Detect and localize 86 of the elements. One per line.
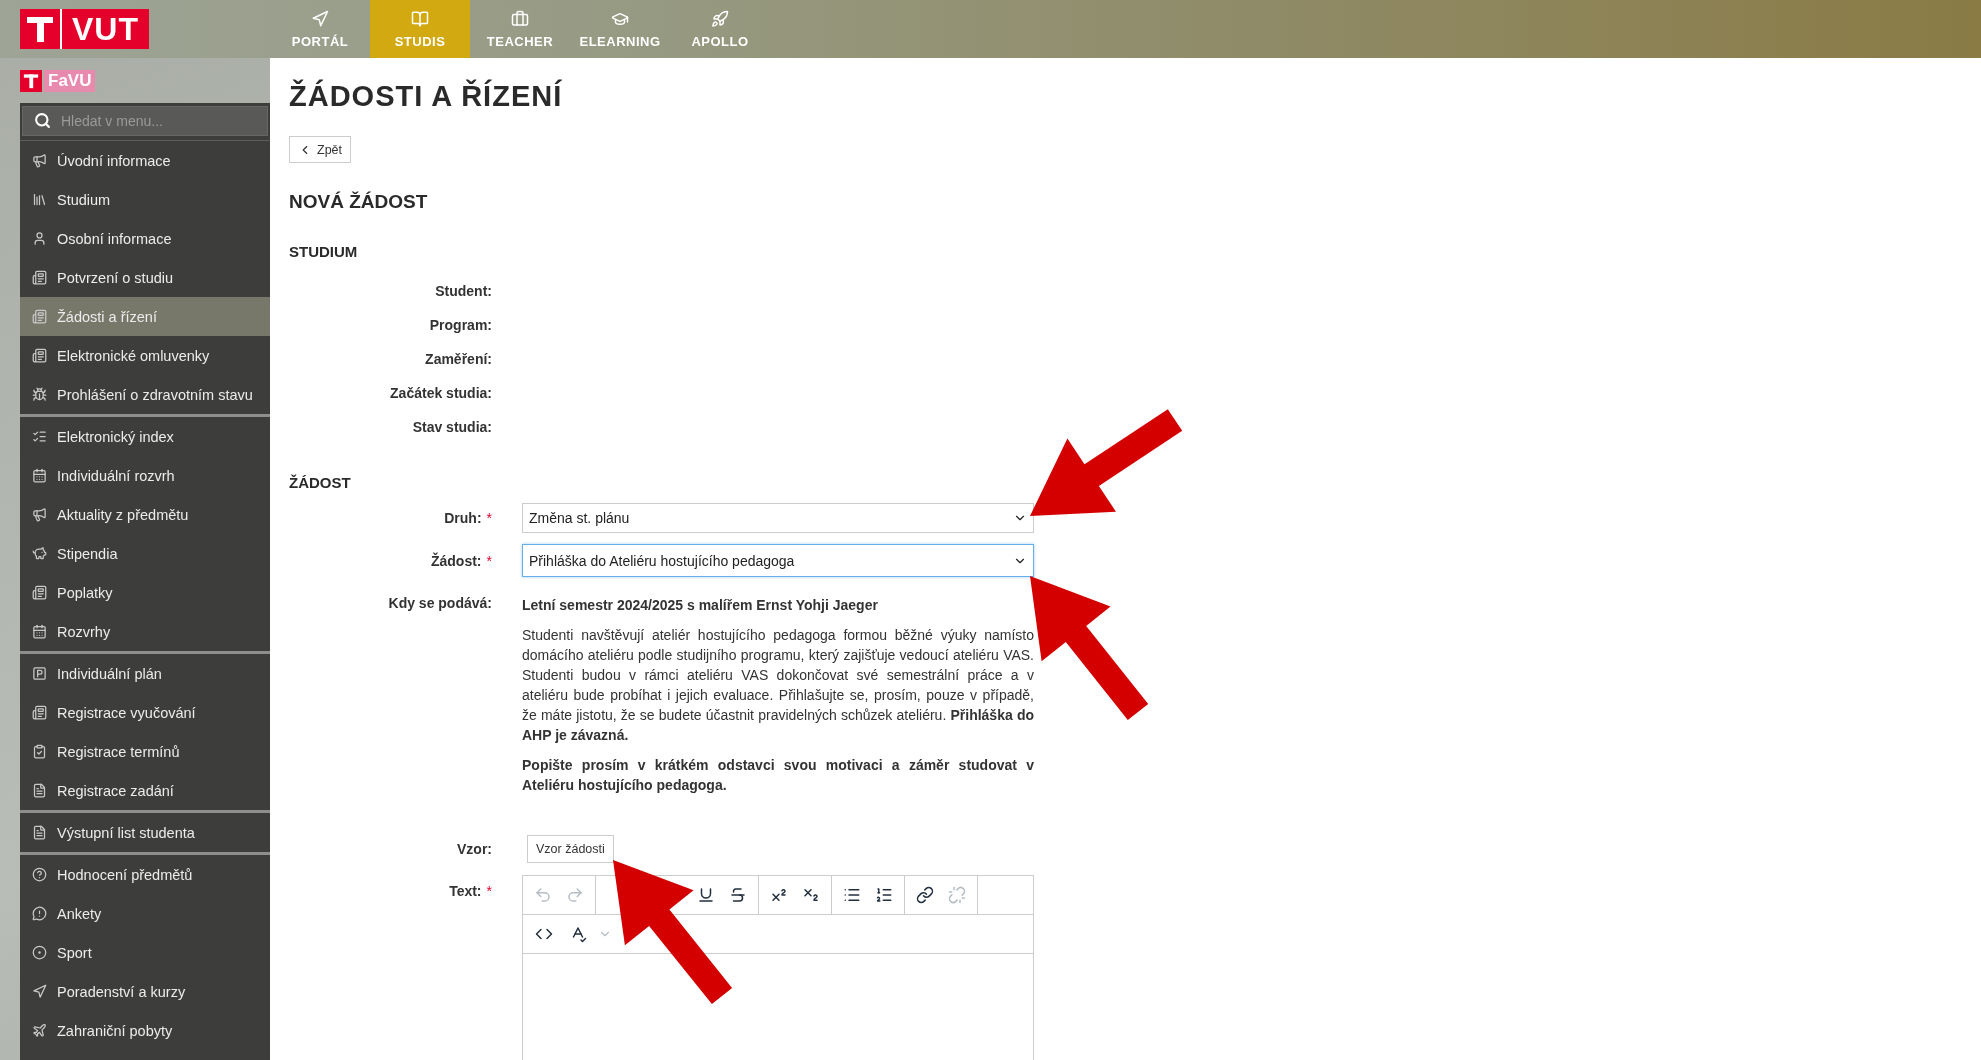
navigation-arrow-icon (311, 9, 329, 28)
university-logo[interactable]: VUT (20, 9, 149, 49)
speech-bubble-icon (32, 906, 47, 921)
calendar-icon (32, 468, 47, 483)
document-icon (32, 348, 47, 363)
sidebar-item[interactable]: Osobní informace (20, 219, 270, 258)
clipboard-check-icon (32, 744, 47, 759)
sidebar-item[interactable]: Registrace zadání (20, 771, 270, 810)
sidebar-item[interactable]: Sport (20, 933, 270, 972)
field-label: Kdy se podává: (388, 595, 492, 611)
required-mark: * (486, 510, 492, 526)
numbered-list-icon (875, 886, 893, 904)
file-icon (32, 783, 47, 798)
sidebar-item[interactable]: Prohlášení o zdravotním stavu (20, 375, 270, 414)
field-label: Začátek studia: (390, 385, 492, 401)
sidebar-item[interactable]: Aktuality z předmětu (20, 495, 270, 534)
sidebar-item[interactable]: Stipendia (20, 534, 270, 573)
sidebar-item[interactable]: Elektronický index (20, 417, 270, 456)
field-label: Druh: (444, 510, 482, 526)
unlink-icon (948, 886, 966, 904)
sidebar-item[interactable]: Úvodní informace (20, 141, 270, 180)
back-button[interactable]: Zpět (289, 136, 351, 163)
document-icon (32, 270, 47, 285)
sidebar-item[interactable]: Hodnocení předmětů (20, 855, 270, 894)
sidebar-item[interactable]: Elektronické omluvenky (20, 336, 270, 375)
search-icon (34, 112, 51, 129)
megaphone-icon (32, 153, 47, 168)
required-mark: * (486, 883, 492, 899)
underline-icon (697, 886, 715, 904)
logo-mark-icon (20, 69, 42, 92)
logo-mark-icon (20, 9, 60, 49)
sidebar-item[interactable]: Žádosti a řízení (20, 297, 270, 336)
section-heading: ŽÁDOST (289, 474, 352, 491)
redo-icon (566, 886, 584, 904)
instruction-text: Popište prosím v krátkém odstavci svou motivaci a záměr studovat v Ateliéru hostujícího pedagoga. (522, 756, 1034, 795)
bullet-list-icon (843, 886, 861, 904)
book-icon (411, 9, 429, 28)
document-icon (32, 585, 47, 600)
field-label: Program: (429, 317, 492, 333)
briefcase-icon (511, 9, 529, 28)
user-icon (32, 231, 47, 246)
calendar-icon (32, 624, 47, 639)
books-icon (32, 192, 47, 207)
sidebar-item[interactable]: Rozvrhy (20, 612, 270, 651)
page-title: ŽÁDOSTI A ŘÍZENÍ (289, 78, 564, 114)
superscript-icon (770, 886, 788, 904)
plan-icon (32, 666, 47, 681)
sidebar-item[interactable]: Poplatky (20, 573, 270, 612)
field-label: Žádost: (431, 552, 482, 569)
sidebar-item[interactable]: Zahraniční pobyty (20, 1011, 270, 1050)
sidebar-item[interactable]: Registrace termínů (20, 732, 270, 771)
template-button[interactable]: Vzor žádosti (527, 835, 614, 863)
strikethrough-icon (729, 886, 747, 904)
rocket-icon (711, 9, 729, 28)
subscript-icon (802, 886, 820, 904)
field-label: Vzor: (457, 841, 492, 857)
field-label: Zaměření: (425, 351, 492, 367)
search-field[interactable]: Hledat v menu... (22, 106, 268, 136)
form-title: NOVÁ ŽÁDOST (289, 191, 429, 213)
megaphone-icon (32, 507, 47, 522)
navigation-arrow-icon (32, 984, 47, 999)
description-text: Studenti navštěvují ateliér hostujícího pedagoga formou běžné výuky namísto domácího ateliéru podle studijního programu, který zajišťuje vedoucí ateliéru VAS. Studenti budou v rámci ateliéru VAS dokončovat své semestrální práce a v ateliéru bude probíhat i jejich evaluace. Přihlašujte se, prosím, pouze v případě, že máte jistotu, že se budete účastnit pravidelných schůzek ateliéru. Přihláška do AHP je závazná. (522, 626, 1034, 745)
piggy-bank-icon (32, 546, 47, 561)
link-icon (916, 886, 934, 904)
select-field[interactable]: Změna st. plánu (522, 503, 1034, 533)
field-label: Student: (435, 283, 492, 299)
document-icon (32, 705, 47, 720)
plane-icon (32, 1023, 47, 1038)
file-icon (32, 825, 47, 840)
sidebar-item[interactable]: Individuální rozvrh (20, 456, 270, 495)
select-field[interactable]: Přihláška do Ateliéru hostujícího pedagoga (522, 544, 1034, 577)
question-icon (32, 867, 47, 882)
field-label: Text: (449, 883, 482, 899)
document-icon (32, 309, 47, 324)
term-title: Letní semestr 2024/2025 s malířem Ernst Yohji Jaeger (522, 596, 879, 615)
sidebar-item[interactable]: Individuální plán (20, 654, 270, 693)
sidebar-item[interactable]: Potvrzení o studiu (20, 258, 270, 297)
sidebar-item[interactable]: Studium (20, 180, 270, 219)
sidebar-item[interactable]: Výstupní list studenta (20, 813, 270, 852)
required-mark: * (486, 552, 492, 569)
sidebar-item[interactable]: Ankety (20, 894, 270, 933)
sidebar-item[interactable]: Registrace vyučování (20, 693, 270, 732)
field-label: Stav studia: (412, 419, 492, 435)
section-heading: STUDIUM (289, 243, 359, 260)
sidebar-item[interactable]: Poradenství a kurzy (20, 972, 270, 1011)
undo-icon (534, 886, 552, 904)
